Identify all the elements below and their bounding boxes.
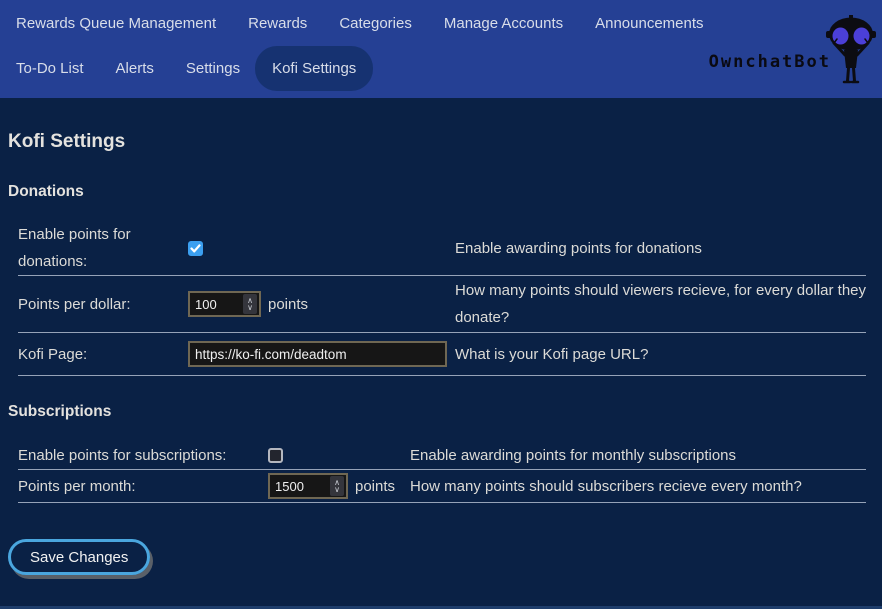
stepper-down-icon[interactable]: ∨	[334, 486, 340, 493]
check-icon	[190, 243, 201, 254]
nav-item-settings[interactable]: Settings	[186, 60, 240, 77]
nav-item-manage-accounts[interactable]: Manage Accounts	[444, 15, 563, 32]
field-label: Enable points for subscriptions:	[18, 442, 265, 469]
number-stepper[interactable]: ∧ ∨	[243, 294, 257, 314]
save-changes-button[interactable]: Save Changes	[8, 539, 150, 575]
settings-row-enable-subscriptions: Enable points for subscriptions: Enable …	[18, 441, 866, 470]
points-per-dollar-input[interactable]: 100 ∧ ∨	[188, 291, 261, 317]
field-label: Kofi Page:	[18, 341, 185, 368]
nav-item-categories[interactable]: Categories	[339, 15, 412, 32]
settings-row-points-per-month: Points per month: 1500 ∧ ∨ points How ma…	[18, 470, 866, 503]
settings-row-enable-donations: Enable points for donations: Enable awar…	[18, 221, 866, 276]
enable-subscriptions-checkbox[interactable]	[268, 448, 283, 463]
robot-mascot-icon	[825, 14, 877, 91]
number-value: 100	[190, 297, 243, 312]
nav-item-announcements[interactable]: Announcements	[595, 15, 703, 32]
field-description: What is your Kofi page URL?	[455, 341, 866, 368]
stepper-down-icon[interactable]: ∨	[247, 304, 253, 311]
enable-donations-checkbox[interactable]	[188, 241, 203, 256]
donations-settings-table: Enable points for donations: Enable awar…	[18, 221, 866, 376]
nav-item-kofi-settings-active[interactable]: Kofi Settings	[255, 46, 373, 91]
points-per-month-input[interactable]: 1500 ∧ ∨	[268, 473, 348, 499]
kofi-page-url-input[interactable]	[188, 341, 447, 367]
subscriptions-settings-table: Enable points for subscriptions: Enable …	[18, 441, 866, 503]
nav-item-rewards-queue-management[interactable]: Rewards Queue Management	[16, 15, 216, 32]
field-description: How many points should subscribers recie…	[410, 473, 866, 500]
field-description: How many points should viewers recieve, …	[455, 277, 866, 331]
subscriptions-section-heading: Subscriptions	[8, 403, 874, 421]
number-stepper[interactable]: ∧ ∨	[330, 476, 344, 496]
field-label: Enable points for donations:	[18, 221, 185, 275]
field-description: Enable awarding points for donations	[455, 235, 866, 262]
logo-text: OwnchatBot	[709, 52, 831, 72]
top-navigation: Rewards Queue Management Rewards Categor…	[0, 0, 882, 98]
donations-section-heading: Donations	[8, 183, 874, 201]
field-label: Points per month:	[18, 473, 265, 500]
main-content: Kofi Settings Donations Enable points fo…	[0, 98, 882, 575]
settings-row-points-per-dollar: Points per dollar: 100 ∧ ∨ points How ma…	[18, 276, 866, 333]
field-description: Enable awarding points for monthly subsc…	[410, 442, 866, 469]
points-suffix-label: points	[268, 296, 308, 313]
page-title: Kofi Settings	[8, 98, 874, 153]
settings-row-kofi-page: Kofi Page: What is your Kofi page URL?	[18, 333, 866, 376]
nav-item-todo-list[interactable]: To-Do List	[16, 60, 84, 77]
nav-item-alerts[interactable]: Alerts	[116, 60, 154, 77]
number-value: 1500	[270, 479, 330, 494]
field-label: Points per dollar:	[18, 291, 185, 318]
points-suffix-label: points	[355, 478, 395, 495]
ownchatbot-logo: OwnchatBot	[709, 14, 877, 91]
nav-item-rewards[interactable]: Rewards	[248, 15, 307, 32]
